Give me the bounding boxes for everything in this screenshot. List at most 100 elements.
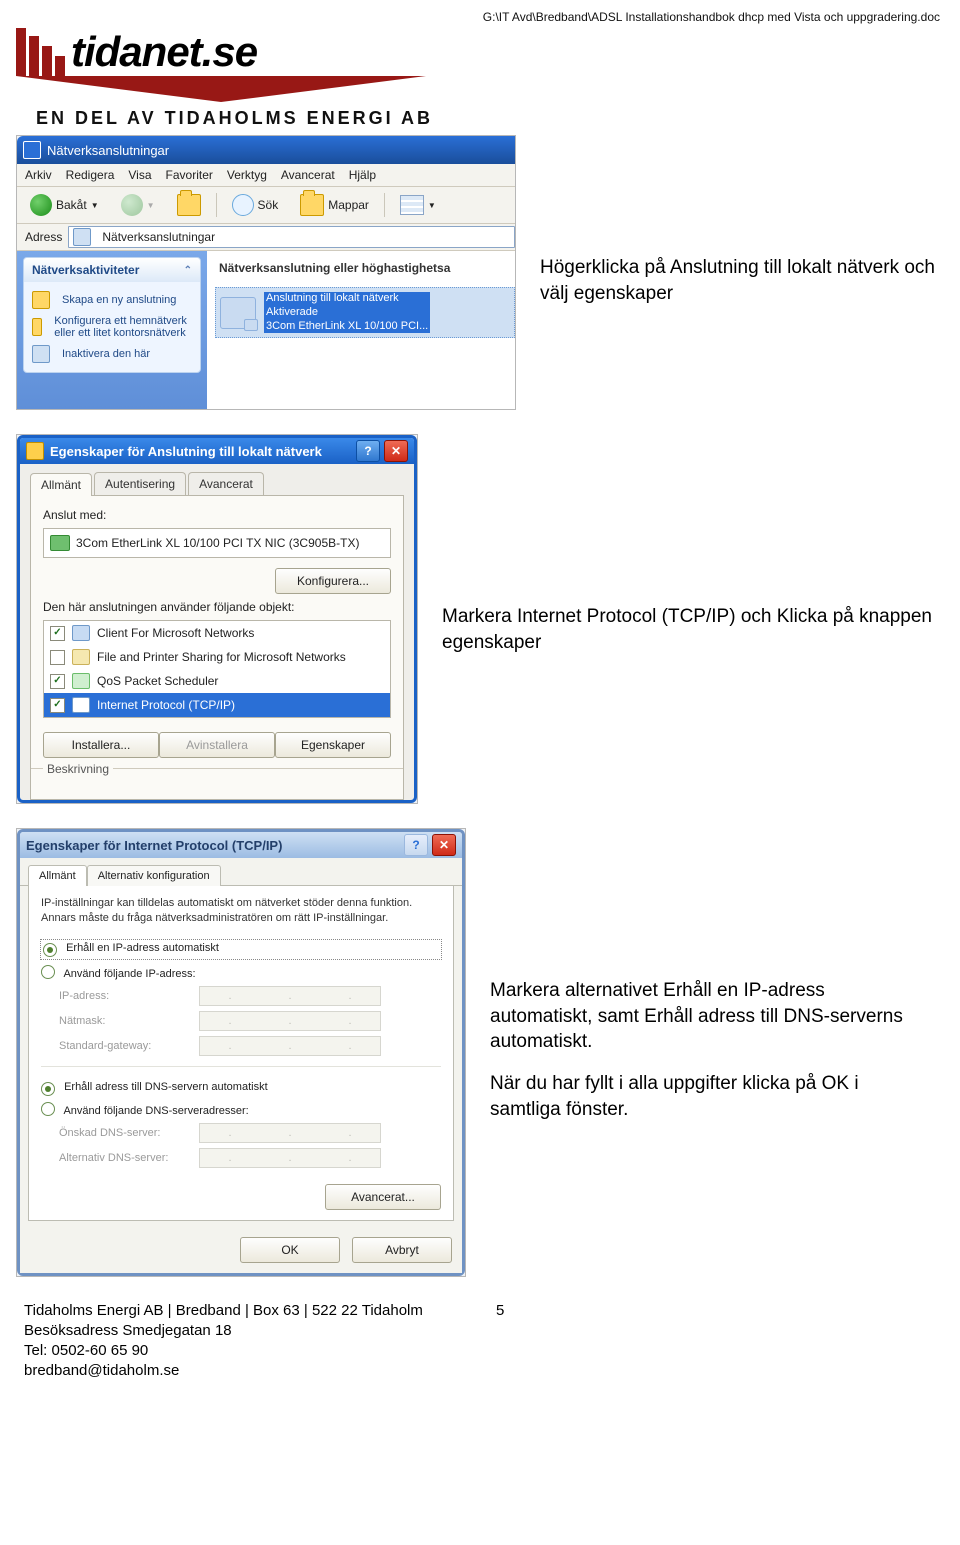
group-header: Nätverksanslutning eller höghastighetsa <box>215 259 515 277</box>
forward-icon <box>121 194 143 216</box>
avancerat-button[interactable]: Avancerat... <box>325 1184 441 1210</box>
radio-label: Erhåll en IP-adress automatiskt <box>66 942 219 954</box>
search-label: Sök <box>258 198 279 212</box>
menu-redigera[interactable]: Redigera <box>66 168 115 182</box>
network-icon <box>32 345 50 363</box>
close-button[interactable]: ✕ <box>384 440 408 462</box>
instruction-3a: Markera alternativet Erhåll en IP-adress… <box>490 978 920 1055</box>
tab-alt-konfiguration[interactable]: Alternativ konfiguration <box>87 865 221 886</box>
item-label: Client For Microsoft Networks <box>97 626 254 640</box>
logo-block: tidanet.se EN DEL AV TIDAHOLMS ENERGI AB <box>16 28 960 129</box>
dns1-input: ... <box>199 1123 381 1143</box>
folders-button[interactable]: Mappar <box>293 190 376 220</box>
back-icon <box>30 194 52 216</box>
up-button[interactable] <box>170 190 208 220</box>
tab-allmant[interactable]: Allmänt <box>30 473 92 496</box>
address-label: Adress <box>25 230 62 244</box>
components-list[interactable]: Client For Microsoft Networks File and P… <box>43 620 391 718</box>
checkbox[interactable] <box>50 698 65 713</box>
radio-label: Använd följande IP-adress: <box>63 968 195 980</box>
logo-subtitle: EN DEL AV TIDAHOLMS ENERGI AB <box>36 108 960 129</box>
network-icon <box>73 228 91 246</box>
tab-avancerat[interactable]: Avancerat <box>188 472 264 495</box>
netmask-input: ... <box>199 1011 381 1031</box>
views-icon <box>400 195 424 215</box>
task-disable[interactable]: Inaktivera den här <box>32 342 192 366</box>
tab-allmant[interactable]: Allmänt <box>28 865 87 886</box>
list-item-qos[interactable]: QoS Packet Scheduler <box>44 669 390 693</box>
list-item-client[interactable]: Client For Microsoft Networks <box>44 621 390 645</box>
screenshot-tcpip-properties: Egenskaper för Internet Protocol (TCP/IP… <box>16 828 466 1277</box>
list-item-tcpip[interactable]: Internet Protocol (TCP/IP) <box>44 693 390 717</box>
dns2-input: ... <box>199 1148 381 1168</box>
dialog-titlebar[interactable]: Egenskaper för Anslutning till lokalt nä… <box>20 438 414 464</box>
task-home-network[interactable]: Konfigurera ett hemnätverk eller ett lit… <box>32 312 192 342</box>
dialog-title: Egenskaper för Internet Protocol (TCP/IP… <box>26 838 282 853</box>
address-value: Nätverksanslutningar <box>102 230 215 244</box>
ok-button[interactable]: OK <box>240 1237 340 1263</box>
menu-verktyg[interactable]: Verktyg <box>227 168 267 182</box>
close-button[interactable]: ✕ <box>432 834 456 856</box>
service-icon <box>72 649 90 665</box>
menu-visa[interactable]: Visa <box>128 168 151 182</box>
radio-manual-dns[interactable]: Använd följande DNS-serveradresser: <box>41 1102 441 1117</box>
tasks-title: Nätverksaktiviteter <box>32 263 139 277</box>
folders-label: Mappar <box>328 198 369 212</box>
connection-icon <box>26 442 44 460</box>
nic-name: 3Com EtherLink XL 10/100 PCI TX NIC (3C9… <box>76 536 359 550</box>
screenshot-lan-properties: Egenskaper för Anslutning till lokalt nä… <box>16 434 418 804</box>
menu-favoriter[interactable]: Favoriter <box>166 168 213 182</box>
konfigurera-button[interactable]: Konfigurera... <box>275 568 391 594</box>
chevron-down-icon: ▼ <box>428 201 436 210</box>
item-label: Internet Protocol (TCP/IP) <box>97 698 235 712</box>
views-button[interactable]: ▼ <box>393 191 443 219</box>
radio-icon <box>41 965 55 979</box>
connection-name: Anslutning till lokalt nätverk <box>264 292 430 306</box>
ip-address-label: IP-adress: <box>41 990 199 1002</box>
nic-icon <box>50 535 70 551</box>
checkbox[interactable] <box>50 650 65 665</box>
wizard-icon <box>32 318 42 336</box>
footer-line-3: Tel: 0502-60 65 90 <box>24 1341 960 1361</box>
back-button[interactable]: Bakåt ▼ <box>23 190 106 220</box>
menu-hjalp[interactable]: Hjälp <box>349 168 376 182</box>
instruction-1: Högerklicka på Anslutning till lokalt nä… <box>540 255 936 306</box>
radio-auto-dns[interactable]: Erhåll adress till DNS-servern automatis… <box>41 1081 441 1096</box>
list-item-fileprint[interactable]: File and Printer Sharing for Microsoft N… <box>44 645 390 669</box>
search-button[interactable]: Sök <box>225 190 286 220</box>
menu-avancerat[interactable]: Avancerat <box>281 168 335 182</box>
window-titlebar[interactable]: Nätverksanslutningar <box>17 136 515 164</box>
gateway-label: Standard-gateway: <box>41 1040 199 1052</box>
chevron-down-icon: ▼ <box>147 201 155 210</box>
installera-button[interactable]: Installera... <box>43 732 159 758</box>
item-label: QoS Packet Scheduler <box>97 674 218 688</box>
item-label: File and Printer Sharing for Microsoft N… <box>97 650 346 664</box>
forward-button[interactable]: ▼ <box>114 190 162 220</box>
task-new-connection[interactable]: Skapa en ny anslutning <box>32 288 192 312</box>
checkbox[interactable] <box>50 674 65 689</box>
network-icon <box>23 141 41 159</box>
dialog-titlebar[interactable]: Egenskaper för Internet Protocol (TCP/IP… <box>20 832 462 858</box>
collapse-icon[interactable]: ⌃ <box>184 265 192 276</box>
ip-address-input: ... <box>199 986 381 1006</box>
uses-objects-label: Den här anslutningen använder följande o… <box>43 600 391 614</box>
checkbox[interactable] <box>50 626 65 641</box>
radio-auto-ip[interactable]: Erhåll en IP-adress automatiskt <box>41 940 441 959</box>
avbryt-button[interactable]: Avbryt <box>352 1237 452 1263</box>
address-input[interactable]: Nätverksanslutningar <box>68 226 515 248</box>
netmask-label: Nätmask: <box>41 1015 199 1027</box>
avinstallera-button: Avinstallera <box>159 732 275 758</box>
page-footer: Tidaholms Energi AB | Bredband | Box 63 … <box>24 1301 960 1382</box>
radio-manual-ip[interactable]: Använd följande IP-adress: <box>41 965 441 980</box>
help-button[interactable]: ? <box>404 834 428 856</box>
menu-arkiv[interactable]: Arkiv <box>25 168 52 182</box>
radio-icon <box>41 1082 55 1096</box>
connection-item-lan[interactable]: Anslutning till lokalt nätverk Aktiverad… <box>215 287 515 338</box>
dns2-label: Alternativ DNS-server: <box>41 1152 199 1164</box>
footer-line-2: Besöksadress Smedjegatan 18 <box>24 1321 960 1341</box>
egenskaper-button[interactable]: Egenskaper <box>275 732 391 758</box>
radio-icon <box>43 943 57 957</box>
tab-autentisering[interactable]: Autentisering <box>94 472 186 495</box>
help-button[interactable]: ? <box>356 440 380 462</box>
footer-line-4: bredband@tidaholm.se <box>24 1361 960 1381</box>
